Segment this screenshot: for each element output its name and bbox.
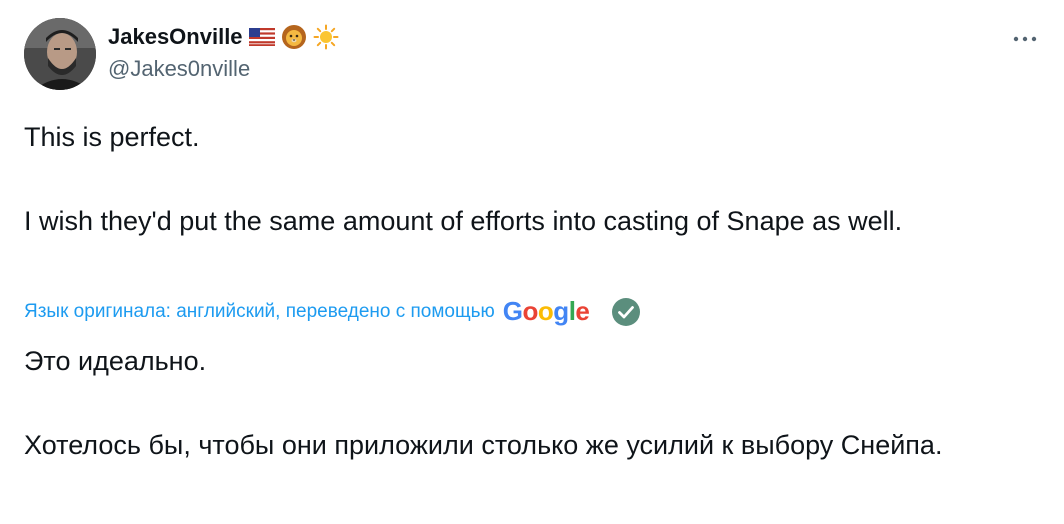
- avatar-image: [24, 18, 96, 90]
- lion-icon: [281, 24, 307, 50]
- translation-label[interactable]: Язык оригинала: английский, переведено с…: [24, 301, 495, 323]
- google-logo-letter: e: [575, 296, 590, 326]
- google-logo-letter: G: [502, 296, 523, 326]
- translation-attribution: Язык оригинала: английский, переведено с…: [24, 296, 641, 327]
- sun-icon: [313, 24, 339, 50]
- translated-text-line: Хотелось бы, чтобы они приложили столько…: [24, 430, 943, 460]
- display-name[interactable]: JakesOnville: [108, 24, 243, 50]
- us-flag-icon: [248, 24, 275, 50]
- more-options-button[interactable]: [1008, 22, 1042, 56]
- tweet-header: JakesOnville @Jakes0nville: [108, 20, 339, 82]
- more-horizontal-icon: [1013, 36, 1037, 42]
- tweet-text-line: This is perfect.: [24, 122, 200, 152]
- translated-text: Это идеально. Хотелось бы, чтобы они при…: [24, 340, 1034, 466]
- google-logo-letter: g: [553, 296, 569, 326]
- user-handle[interactable]: @Jakes0nville: [108, 56, 339, 82]
- check-circle-icon: [612, 297, 641, 326]
- tweet-text: This is perfect. I wish they'd put the s…: [24, 116, 1034, 242]
- google-logo-letter: l: [568, 296, 576, 326]
- name-row: JakesOnville: [108, 20, 339, 54]
- google-logo: Google: [503, 296, 590, 327]
- avatar[interactable]: [24, 18, 96, 90]
- google-logo-letter: o: [522, 296, 539, 326]
- google-logo-letter: o: [537, 296, 554, 326]
- translated-text-line: Это идеально.: [24, 346, 207, 376]
- tweet-text-line: I wish they'd put the same amount of eff…: [24, 206, 903, 236]
